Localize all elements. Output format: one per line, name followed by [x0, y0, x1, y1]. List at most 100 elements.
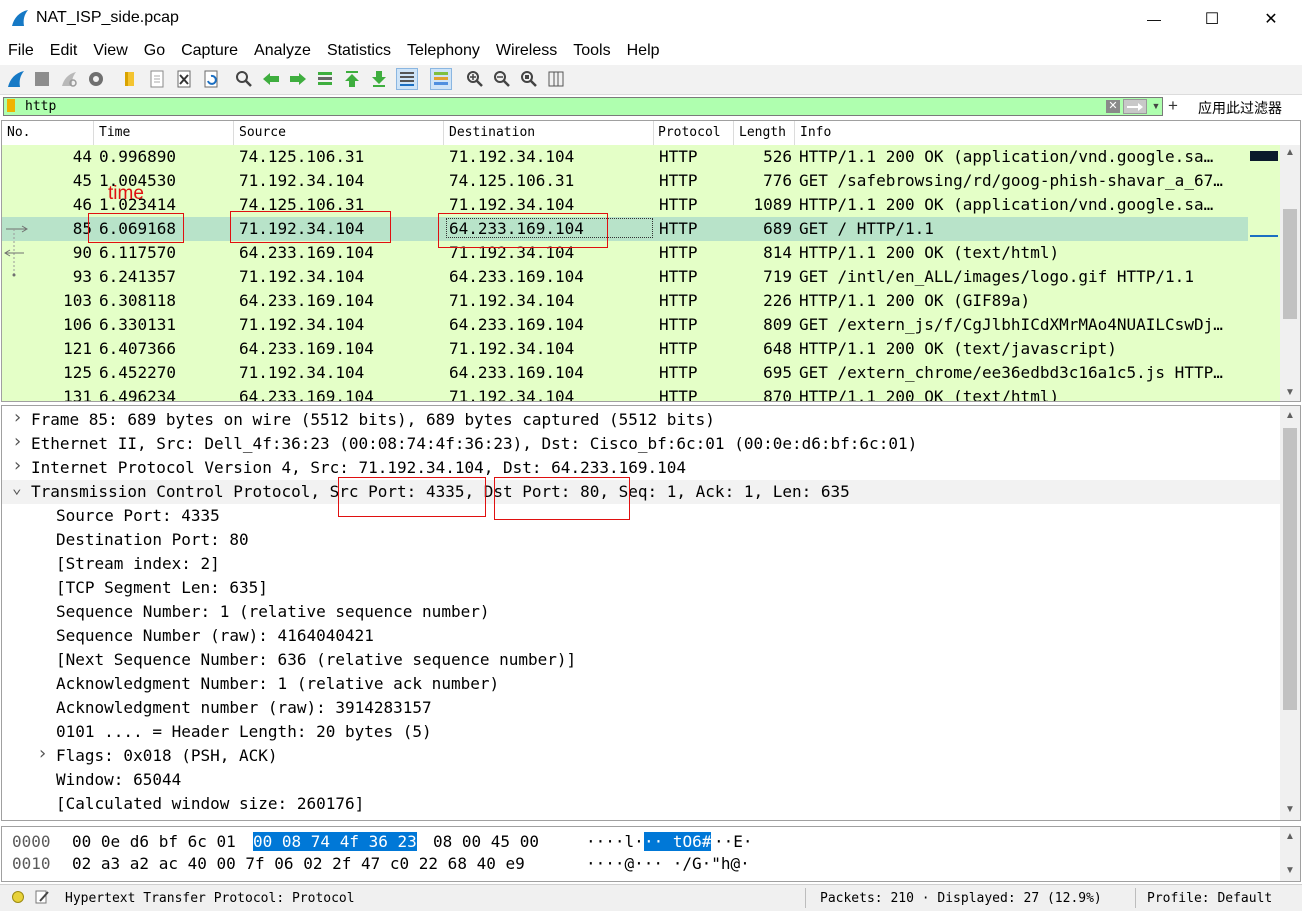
scroll-up-icon[interactable]: ▲ — [1280, 408, 1300, 424]
add-filter-button-icon[interactable]: + — [1168, 96, 1178, 116]
minimize-button[interactable]: — — [1125, 0, 1183, 38]
col-separator[interactable] — [233, 121, 234, 145]
detail-tree-item[interactable]: [Calculated window size: 260176] — [2, 792, 1280, 816]
reload-file-button[interactable] — [200, 68, 222, 90]
zoom-in-button[interactable] — [464, 68, 486, 90]
collapsed-chevron-icon[interactable]: › — [12, 431, 23, 452]
detail-tree-item[interactable]: Sequence Number: 1 (relative sequence nu… — [2, 600, 1280, 624]
packet-row[interactable]: 46 1.023414 74.125.106.31 71.192.34.104 HTTP… — [2, 193, 1248, 217]
col-separator[interactable] — [794, 121, 795, 145]
close-file-button[interactable] — [173, 68, 195, 90]
col-header-time[interactable]: Time — [99, 125, 130, 140]
detail-tree-item[interactable]: [Next Sequence Number: 636 (relative seq… — [2, 648, 1280, 672]
capture-options-button[interactable] — [85, 68, 107, 90]
find-packet-button[interactable] — [233, 68, 255, 90]
clear-filter-icon[interactable]: ✕ — [1106, 100, 1120, 113]
maximize-button[interactable]: ☐ — [1183, 0, 1241, 38]
detail-tree-item[interactable]: Acknowledgment number (raw): 3914283157 — [2, 696, 1280, 720]
go-last-button[interactable] — [368, 68, 390, 90]
col-header-info[interactable]: Info — [800, 125, 831, 140]
display-filter-input[interactable]: http — [3, 97, 1163, 116]
status-profile[interactable]: Profile: Default — [1147, 891, 1272, 906]
packet-row[interactable]: 131 6.496234 64.233.169.104 71.192.34.104 HT… — [2, 385, 1248, 401]
expert-info-led-icon[interactable] — [12, 891, 24, 903]
packet-row[interactable]: 106 6.330131 71.192.34.104 64.233.169.104 HT… — [2, 313, 1248, 337]
packet-row[interactable]: 85 6.069168 71.192.34.104 64.233.169.104 HTT… — [2, 217, 1248, 241]
packet-minimap[interactable] — [1248, 145, 1280, 401]
scroll-up-icon[interactable]: ▲ — [1280, 145, 1300, 161]
expanded-chevron-icon[interactable]: ⌄ — [12, 478, 22, 497]
col-separator[interactable] — [93, 121, 94, 145]
packet-row[interactable]: 121 6.407366 64.233.169.104 71.192.34.104 HT… — [2, 337, 1248, 361]
col-separator[interactable] — [733, 121, 734, 145]
menu-statistics[interactable]: Statistics — [319, 38, 399, 64]
detail-tree-item[interactable]: › Ethernet II, Src: Dell_4f:36:23 (00:08:… — [2, 431, 1280, 456]
menu-telephony[interactable]: Telephony — [399, 38, 488, 64]
stop-capture-button[interactable] — [31, 68, 53, 90]
detail-tree-item[interactable]: [Stream index: 2] — [2, 552, 1280, 576]
apply-filter-arrow-icon[interactable] — [1123, 99, 1147, 114]
scroll-up-icon[interactable]: ▲ — [1280, 829, 1300, 845]
go-first-button[interactable] — [341, 68, 363, 90]
zoom-normal-button[interactable] — [518, 68, 540, 90]
menu-edit[interactable]: Edit — [42, 38, 86, 64]
packet-row[interactable]: 90 6.117570 64.233.169.104 71.192.34.104 HTT… — [2, 241, 1248, 265]
detail-tree-item[interactable]: [TCP Segment Len: 635] — [2, 576, 1280, 600]
detail-tree-item[interactable]: ⌄ Transmission Control Protocol, Src Port… — [2, 478, 1280, 504]
detail-tree-item[interactable]: › Frame 85: 689 bytes on wire (5512 bits)… — [2, 407, 1280, 432]
detail-tree-item[interactable]: 0101 .... = Header Length: 20 bytes (5) — [2, 720, 1280, 744]
detail-tree-item[interactable]: Acknowledgment Number: 1 (relative ack n… — [2, 672, 1280, 696]
apply-filter-label[interactable]: 应用此过滤器 — [1198, 98, 1282, 118]
menu-view[interactable]: View — [85, 38, 135, 64]
details-scrollbar[interactable]: ▲ ▼ — [1280, 406, 1300, 820]
menu-help[interactable]: Help — [619, 38, 668, 64]
col-header-no[interactable]: No. — [7, 125, 30, 140]
scroll-down-icon[interactable]: ▼ — [1280, 385, 1300, 401]
scroll-thumb[interactable] — [1283, 428, 1297, 710]
go-to-packet-button[interactable] — [314, 68, 336, 90]
collapsed-chevron-icon[interactable]: › — [37, 743, 48, 764]
col-header-source[interactable]: Source — [239, 125, 286, 140]
detail-tree-item[interactable]: Source Port: 4335 — [2, 504, 1280, 528]
menu-go[interactable]: Go — [136, 38, 173, 64]
restart-capture-button[interactable] — [58, 68, 80, 90]
menu-tools[interactable]: Tools — [565, 38, 618, 64]
colorize-button[interactable] — [430, 68, 452, 90]
col-header-length[interactable]: Length — [739, 125, 786, 140]
scroll-down-icon[interactable]: ▼ — [1280, 863, 1300, 879]
packet-row[interactable]: 44 0.996890 74.125.106.31 71.192.34.104 HTTP… — [2, 145, 1248, 169]
collapsed-chevron-icon[interactable]: › — [12, 407, 23, 428]
detail-tree-item[interactable]: Window: 65044 — [2, 768, 1280, 792]
col-header-destination[interactable]: Destination — [449, 125, 535, 140]
bytes-scrollbar[interactable]: ▲ ▼ — [1280, 827, 1300, 881]
packet-row[interactable]: 93 6.241357 71.192.34.104 64.233.169.104 HTT… — [2, 265, 1248, 289]
detail-tree-item[interactable]: › Internet Protocol Version 4, Src: 71.19… — [2, 455, 1280, 480]
scroll-thumb[interactable] — [1283, 209, 1297, 319]
packet-row[interactable]: 125 6.452270 71.192.34.104 64.233.169.104 HT… — [2, 361, 1248, 385]
menu-capture[interactable]: Capture — [173, 38, 246, 64]
auto-scroll-button[interactable] — [396, 68, 418, 90]
filter-bookmark-icon[interactable] — [7, 99, 15, 112]
open-file-button[interactable] — [118, 68, 140, 90]
start-capture-button[interactable] — [5, 68, 27, 90]
menu-wireless[interactable]: Wireless — [488, 38, 565, 64]
resize-columns-button[interactable] — [545, 68, 567, 90]
scroll-down-icon[interactable]: ▼ — [1280, 802, 1300, 818]
menu-analyze[interactable]: Analyze — [246, 38, 319, 64]
packet-row[interactable]: 103 6.308118 64.233.169.104 71.192.34.104 HT… — [2, 289, 1248, 313]
packet-row[interactable]: 45 1.004530 71.192.34.104 74.125.106.31 HTTP… — [2, 169, 1248, 193]
menu-file[interactable]: File — [0, 38, 42, 64]
col-separator[interactable] — [443, 121, 444, 145]
zoom-out-button[interactable] — [491, 68, 513, 90]
detail-tree-item[interactable]: Destination Port: 80 — [2, 528, 1280, 552]
capture-comment-icon[interactable] — [34, 889, 50, 905]
collapsed-chevron-icon[interactable]: › — [12, 455, 23, 476]
packet-list-scrollbar[interactable]: ▲ ▼ — [1280, 145, 1300, 401]
go-back-button[interactable] — [260, 68, 282, 90]
go-forward-button[interactable] — [287, 68, 309, 90]
detail-tree-item[interactable]: Sequence Number (raw): 4164040421 — [2, 624, 1280, 648]
filter-history-dropdown-icon[interactable]: ▼ — [1150, 99, 1162, 114]
close-button[interactable]: ✕ — [1242, 0, 1300, 38]
save-file-button[interactable] — [146, 68, 168, 90]
col-header-protocol[interactable]: Protocol — [658, 125, 721, 140]
